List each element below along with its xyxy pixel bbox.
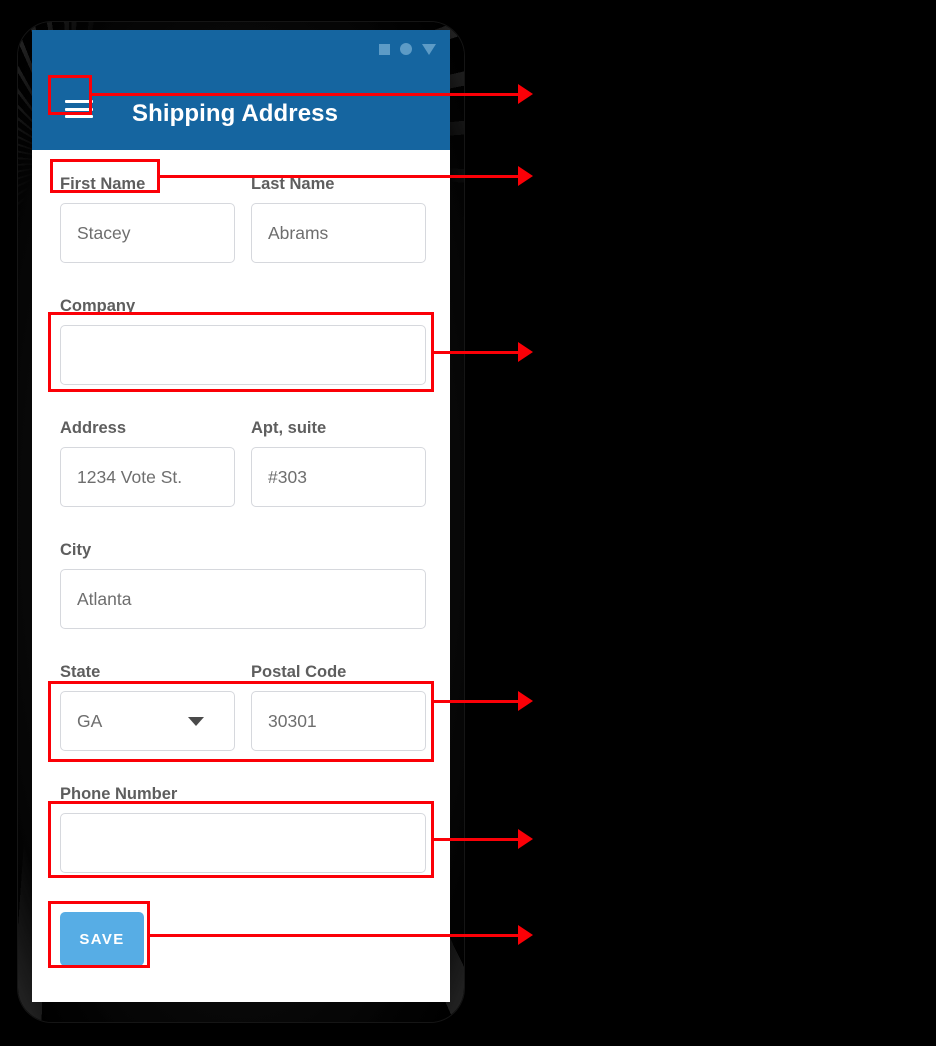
hamburger-menu-button[interactable] — [65, 97, 93, 121]
annotation-arrow-first-name-label — [518, 166, 533, 186]
city-field-group: City Atlanta — [60, 540, 426, 629]
hamburger-bar-2 — [65, 107, 93, 111]
address-input[interactable]: 1234 Vote St. — [60, 447, 235, 507]
postal-code-label: Postal Code — [251, 663, 347, 681]
chevron-down-icon — [188, 716, 204, 726]
company-field-group: Company — [60, 296, 426, 385]
circle-icon — [400, 43, 412, 55]
first-name-field-group: First Name Stacey — [60, 174, 235, 263]
state-field-group: State GA — [60, 662, 235, 751]
address-field-group: Address 1234 Vote St. — [60, 418, 235, 507]
city-label: City — [60, 541, 92, 559]
postal-code-input[interactable]: 30301 — [251, 691, 426, 751]
annotation-arrow-company-input — [518, 342, 533, 362]
company-input[interactable] — [60, 325, 426, 385]
status-bar — [379, 40, 436, 58]
apt-suite-input[interactable]: #303 — [251, 447, 426, 507]
name-row: First Name Stacey Last Name Abrams — [60, 174, 426, 263]
last-name-label: Last Name — [251, 175, 335, 193]
square-icon — [379, 43, 390, 55]
annotation-arrow-phone-number-input — [518, 829, 533, 849]
phone-number-field-group: Phone Number — [60, 784, 426, 873]
apt-suite-field-group: Apt, suite #303 — [251, 418, 426, 507]
hamburger-bar-3 — [65, 115, 93, 118]
triangle-down-icon — [422, 43, 436, 55]
annotation-arrow-save-button — [518, 925, 533, 945]
address-label: Address — [60, 419, 127, 437]
save-button[interactable]: SAVE — [60, 912, 144, 966]
app-bar: Shipping Address — [32, 30, 450, 150]
hamburger-bar-1 — [65, 100, 93, 103]
annotation-arrow-hamburger-menu — [518, 84, 533, 104]
state-postal-row: State GA Postal Code 30301 — [60, 662, 426, 751]
annotation-arrow-state-postal-row — [518, 691, 533, 711]
first-name-label: First Name — [60, 175, 146, 193]
phone-number-input[interactable] — [60, 813, 426, 873]
city-input[interactable]: Atlanta — [60, 569, 426, 629]
page-title: Shipping Address — [132, 100, 339, 127]
apt-suite-label: Apt, suite — [251, 419, 327, 437]
phone-device-frame: Shipping Address First Name Stacey Last … — [18, 22, 464, 1022]
phone-number-label: Phone Number — [60, 785, 178, 803]
company-label: Company — [60, 297, 136, 315]
state-label: State — [60, 663, 101, 681]
first-name-input[interactable]: Stacey — [60, 203, 235, 263]
last-name-field-group: Last Name Abrams — [251, 174, 426, 263]
state-select[interactable]: GA — [60, 691, 235, 751]
postal-code-field-group: Postal Code 30301 — [251, 662, 426, 751]
phone-screen: Shipping Address First Name Stacey Last … — [32, 30, 450, 1002]
last-name-input[interactable]: Abrams — [251, 203, 426, 263]
address-row: Address 1234 Vote St. Apt, suite #303 — [60, 418, 426, 507]
state-select-value: GA — [77, 710, 103, 731]
